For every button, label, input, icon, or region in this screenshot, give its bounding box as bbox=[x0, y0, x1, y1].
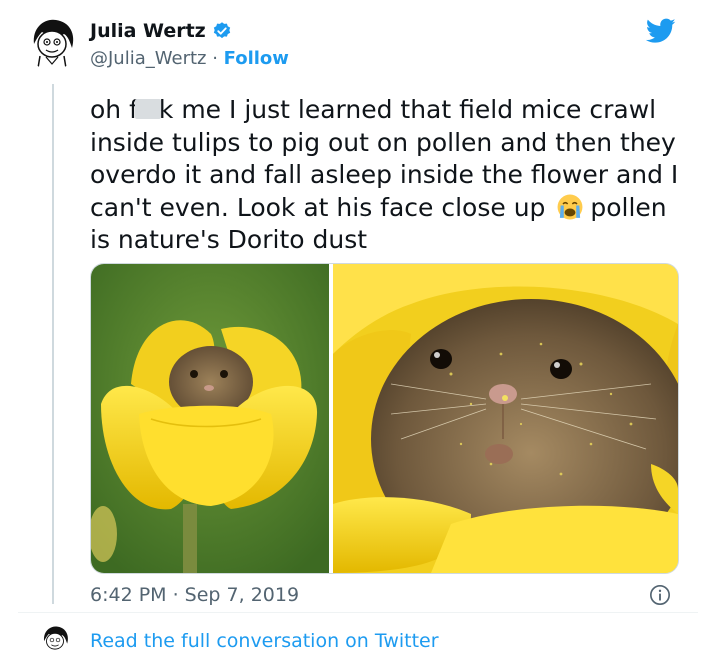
verified-badge-icon bbox=[213, 22, 230, 39]
info-icon[interactable] bbox=[649, 584, 671, 606]
loudly-crying-face-icon bbox=[557, 194, 583, 219]
footer-avatar-illustration bbox=[38, 623, 72, 657]
author-name[interactable]: Julia Wertz bbox=[90, 20, 206, 42]
tweet-text-part1: oh f bbox=[90, 95, 138, 124]
footer-divider bbox=[18, 612, 698, 613]
read-conversation-link[interactable]: Read the full conversation on Twitter bbox=[90, 630, 439, 652]
censor-block bbox=[134, 99, 161, 119]
media-photos bbox=[91, 264, 678, 573]
footer-avatar bbox=[38, 623, 72, 657]
follow-button[interactable]: Follow bbox=[224, 48, 289, 69]
author-header: Julia Wertz @Julia_Wertz · Follow bbox=[90, 20, 289, 69]
author-handle[interactable]: @Julia_Wertz bbox=[90, 48, 206, 69]
tweet-text: oh fk me I just learned that field mice … bbox=[90, 94, 690, 257]
avatar-illustration bbox=[24, 14, 80, 70]
author-avatar[interactable] bbox=[24, 14, 80, 70]
right-photo bbox=[333, 264, 678, 573]
tweet-timestamp[interactable]: 6:42 PM · Sep 7, 2019 bbox=[90, 584, 299, 606]
left-photo bbox=[91, 264, 329, 573]
thread-line bbox=[52, 84, 54, 604]
tweet-media[interactable] bbox=[90, 263, 679, 574]
handle-separator: · bbox=[206, 48, 224, 69]
twitter-bird-icon[interactable] bbox=[646, 18, 676, 44]
